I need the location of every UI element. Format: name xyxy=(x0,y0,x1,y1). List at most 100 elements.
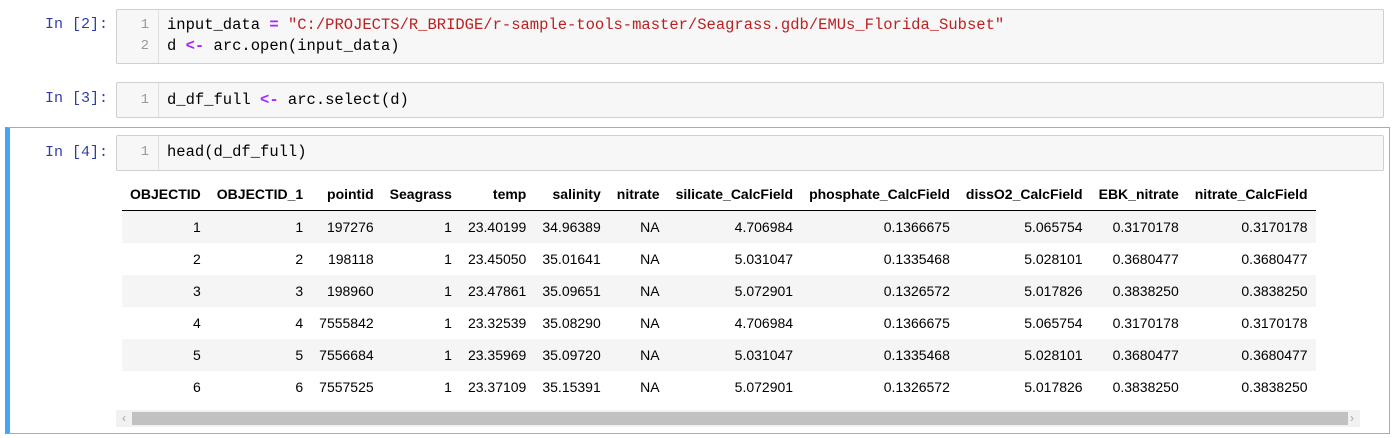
table-cell: 0.3170178 xyxy=(1112,315,1179,331)
table-cell: NA xyxy=(640,315,660,331)
column-header: salinity xyxy=(534,178,609,211)
scrollbar-thumb[interactable] xyxy=(132,412,1348,425)
table-cell: 1 xyxy=(444,347,452,363)
column-header: Seagrass xyxy=(381,178,460,211)
scroll-right-icon[interactable]: › xyxy=(1344,410,1360,427)
code-cell-2[interactable]: In [2]: 1 input_data = "C:/PROJECTS/R_BR… xyxy=(0,6,1390,66)
column-header: pointid xyxy=(311,178,382,211)
table-row: 2 2 198118 1 23.45050 35.01641 NA 5.031047 0.133… xyxy=(122,243,1316,275)
dataframe-table: OBJECTID OBJECTID_1 pointid Seagrass tem… xyxy=(122,178,1316,403)
table-row: 1 1 197276 1 23.40199 34.96389 NA 4.706984 0.136… xyxy=(122,210,1316,243)
table-row: 5 5 7556684 1 23.35969 35.09720 NA 5.031047 0.13… xyxy=(122,339,1316,371)
table-cell: 35.15391 xyxy=(542,379,601,395)
table-cell: 35.01641 xyxy=(542,251,601,267)
table-cell: 197276 xyxy=(326,219,374,235)
code-editor[interactable]: 1 input_data = "C:/PROJECTS/R_BRIDGE/r-s… xyxy=(116,9,1384,64)
table-cell: 35.08290 xyxy=(542,315,601,331)
table-cell: 1 xyxy=(444,283,452,299)
table-cell: 23.35969 xyxy=(467,347,527,363)
horizontal-scrollbar[interactable]: ‹ › xyxy=(116,410,1360,427)
table-row: 4 4 7555842 1 23.32539 35.08290 NA 4.706984 0.13… xyxy=(122,307,1316,339)
table-cell: 35.09651 xyxy=(542,283,601,299)
table-cell: 4.706984 xyxy=(734,219,794,235)
table-cell: NA xyxy=(640,347,660,363)
cell-output: OBJECTID OBJECTID_1 pointid Seagrass tem… xyxy=(122,178,1362,408)
table-cell: 5.017826 xyxy=(1024,283,1083,299)
code-line: 1 input_data = "C:/PROJECTS/R_BRIDGE/r-s… xyxy=(117,15,1383,36)
table-row: 6 6 7557525 1 23.37109 35.15391 NA 5.072901 0.13… xyxy=(122,371,1316,403)
table-cell: 5.072901 xyxy=(734,379,794,395)
table-row: 3 3 198960 1 23.47861 35.09651 NA 5.072901 0.132… xyxy=(122,275,1316,307)
table-cell: 0.1326572 xyxy=(883,379,950,395)
column-header: EBK_nitrate xyxy=(1090,178,1187,211)
table-cell: 0.3680477 xyxy=(1241,347,1308,363)
table-cell: NA xyxy=(640,283,660,299)
code-line: 1 d_df_full <- arc.select(d) xyxy=(117,90,1383,111)
table-cell: 4 xyxy=(193,315,201,331)
table-cell: 198118 xyxy=(327,251,374,267)
table-cell: 34.96389 xyxy=(542,219,601,235)
table-cell: 0.3170178 xyxy=(1112,219,1179,235)
column-header: OBJECTID_1 xyxy=(208,178,312,211)
table-cell: 2 xyxy=(193,251,201,267)
table-cell: 0.3838250 xyxy=(1112,379,1179,395)
line-number: 1 xyxy=(140,144,149,160)
table-cell: 0.3838250 xyxy=(1112,283,1179,299)
table-cell: 1 xyxy=(444,219,452,235)
table-header-row: OBJECTID OBJECTID_1 pointid Seagrass tem… xyxy=(122,178,1316,211)
table-cell: 2 xyxy=(295,251,304,267)
column-header: nitrate xyxy=(608,178,668,211)
code-editor[interactable]: 1 head(d_df_full) xyxy=(116,135,1384,171)
table-cell: NA xyxy=(640,219,660,235)
table-cell: 3 xyxy=(295,283,304,299)
table-cell: NA xyxy=(640,251,660,267)
table-cell: 0.3680477 xyxy=(1112,251,1179,267)
table-cell: 35.09720 xyxy=(542,347,601,363)
table-cell: 0.3170178 xyxy=(1241,219,1308,235)
table-cell: 5.031047 xyxy=(734,251,794,267)
table-cell: 5 xyxy=(193,347,201,363)
table-cell: 1 xyxy=(444,379,452,395)
line-number: 1 xyxy=(140,92,149,108)
table-cell: NA xyxy=(640,379,660,395)
input-prompt: In [3]: xyxy=(44,90,108,107)
table-cell: 7556684 xyxy=(319,347,374,363)
table-cell: 5.065754 xyxy=(1024,219,1083,235)
table-cell: 6 xyxy=(193,379,201,395)
column-header: silicate_CalcField xyxy=(667,178,802,211)
table-cell: 3 xyxy=(193,283,201,299)
scroll-left-icon[interactable]: ‹ xyxy=(116,410,132,427)
code-line: 2 d <- arc.open(input_data) xyxy=(117,36,1383,57)
input-prompt: In [2]: xyxy=(44,16,108,33)
code-cell-3[interactable]: In [3]: 1 d_df_full <- arc.select(d) xyxy=(0,78,1390,124)
table-cell: 23.47861 xyxy=(467,283,527,299)
table-cell: 23.45050 xyxy=(467,251,527,267)
table-cell: 0.1366675 xyxy=(883,219,950,235)
table-cell: 0.3838250 xyxy=(1241,283,1308,299)
table-cell: 7555842 xyxy=(319,315,374,331)
table-cell: 0.1366675 xyxy=(883,315,950,331)
table-cell: 23.40199 xyxy=(467,219,527,235)
column-header: OBJECTID xyxy=(122,178,209,211)
code-cell-4[interactable]: In [4]: 1 head(d_df_full) xyxy=(0,132,1390,172)
code-line: 1 head(d_df_full) xyxy=(117,142,1383,163)
table-cell: 0.1335468 xyxy=(883,347,950,363)
column-header: nitrate_CalcField xyxy=(1186,178,1316,211)
table-cell: 0.1326572 xyxy=(883,283,950,299)
table-cell: 1 xyxy=(193,219,201,235)
table-cell: 1 xyxy=(444,315,452,331)
table-cell: 198960 xyxy=(326,283,374,299)
table-cell: 6 xyxy=(295,379,304,395)
table-cell: 1 xyxy=(295,219,304,235)
line-number: 2 xyxy=(140,38,149,54)
column-header: temp xyxy=(459,178,535,211)
input-prompt: In [4]: xyxy=(44,144,108,161)
table-cell: 5.017826 xyxy=(1024,379,1083,395)
code-editor[interactable]: 1 d_df_full <- arc.select(d) xyxy=(116,82,1384,118)
table-cell: 5 xyxy=(295,347,304,363)
table-cell: 4.706984 xyxy=(734,315,794,331)
table-cell: 0.1335468 xyxy=(883,251,950,267)
table-cell: 0.3680477 xyxy=(1112,347,1179,363)
column-header: phosphate_CalcField xyxy=(801,178,958,211)
table-cell: 0.3680477 xyxy=(1241,251,1308,267)
